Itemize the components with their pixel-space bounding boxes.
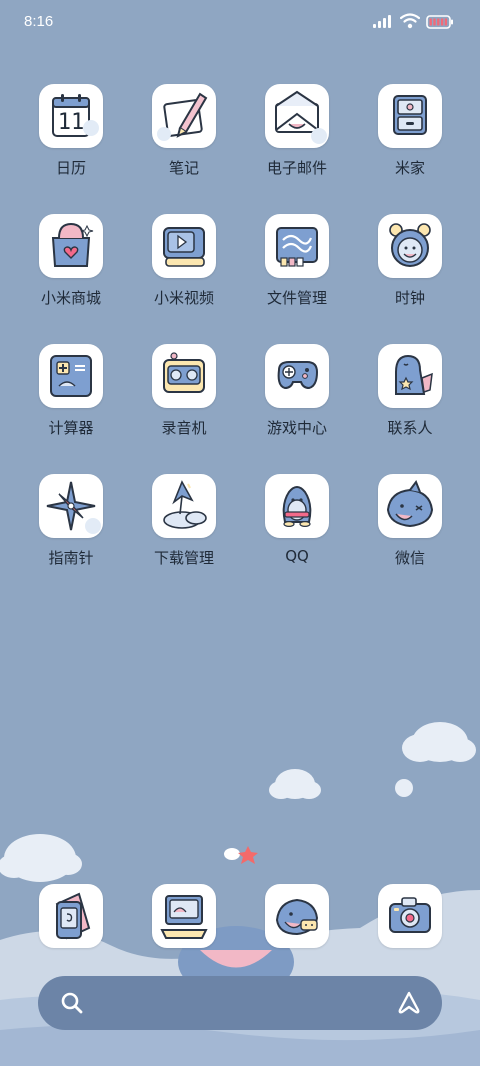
calendar-date: 11 xyxy=(57,110,85,135)
dock-messages[interactable] xyxy=(265,884,329,948)
app-label: 联系人 xyxy=(387,419,433,437)
assistant-icon[interactable] xyxy=(396,990,422,1020)
app-recorder[interactable]: 录音机 xyxy=(136,344,232,454)
download-icon xyxy=(152,474,216,538)
status-icons xyxy=(372,13,454,33)
app-label: 米家 xyxy=(394,159,425,177)
app-label: 电子邮件 xyxy=(266,159,327,177)
app-label: 日历 xyxy=(55,159,86,177)
app-contacts[interactable]: 联系人 xyxy=(362,344,458,454)
app-label: 录音机 xyxy=(161,419,207,437)
app-label: 下载管理 xyxy=(153,549,214,567)
wifi-icon xyxy=(399,13,421,33)
dock-camera[interactable] xyxy=(378,884,442,948)
qq-penguin-icon xyxy=(265,474,329,538)
app-qq[interactable]: QQ xyxy=(249,474,345,584)
app-label: 小米商城 xyxy=(40,289,101,307)
phone-icon xyxy=(55,892,91,940)
signal-icon xyxy=(372,13,394,33)
recorder-icon xyxy=(152,344,216,408)
dock-computer[interactable] xyxy=(152,884,216,948)
app-mi-video[interactable]: 小米视频 xyxy=(136,214,232,324)
app-label: 文件管理 xyxy=(266,289,327,307)
app-label: 游戏中心 xyxy=(266,419,327,437)
camera-icon xyxy=(389,897,431,933)
app-compass[interactable]: 指南针 xyxy=(23,474,119,584)
notes-icon xyxy=(152,84,216,148)
wechat-shark-icon xyxy=(378,474,442,538)
search-bar[interactable] xyxy=(38,976,442,1030)
app-game-center[interactable]: 游戏中心 xyxy=(249,344,345,454)
app-label: 指南针 xyxy=(48,549,94,567)
app-calendar[interactable]: 11 日历 xyxy=(23,84,119,194)
home-cabinet-icon xyxy=(378,84,442,148)
status-time: 8:16 xyxy=(24,13,54,30)
app-file-manager[interactable]: 文件管理 xyxy=(249,214,345,324)
compass-icon xyxy=(39,474,103,538)
app-label: 小米视频 xyxy=(153,289,214,307)
messages-icon xyxy=(275,898,319,936)
app-wechat[interactable]: 微信 xyxy=(362,474,458,584)
calendar-icon: 11 xyxy=(39,84,103,148)
calculator-icon xyxy=(39,344,103,408)
app-mijia[interactable]: 米家 xyxy=(362,84,458,194)
mail-icon xyxy=(265,84,329,148)
dock-phone[interactable] xyxy=(39,884,103,948)
app-label: 时钟 xyxy=(394,289,425,307)
app-clock[interactable]: 时钟 xyxy=(362,214,458,324)
app-notes[interactable]: 笔记 xyxy=(136,84,232,194)
app-calculator[interactable]: 计算器 xyxy=(23,344,119,454)
shopping-bag-icon xyxy=(39,214,103,278)
app-label: QQ xyxy=(285,547,309,565)
app-label: 计算器 xyxy=(48,419,94,437)
app-label: 笔记 xyxy=(168,159,199,177)
app-download-manager[interactable]: 下载管理 xyxy=(136,474,232,584)
gamepad-icon xyxy=(265,344,329,408)
alarm-clock-icon xyxy=(378,214,442,278)
contacts-icon xyxy=(378,344,442,408)
app-label: 微信 xyxy=(394,549,425,567)
app-mi-store[interactable]: 小米商城 xyxy=(23,214,119,324)
status-bar: 8:16 xyxy=(0,0,480,46)
search-icon[interactable] xyxy=(60,991,84,1019)
computer-icon xyxy=(160,895,208,939)
battery-icon xyxy=(426,14,454,33)
folder-icon xyxy=(265,214,329,278)
app-mail[interactable]: 电子邮件 xyxy=(249,84,345,194)
video-player-icon xyxy=(152,214,216,278)
